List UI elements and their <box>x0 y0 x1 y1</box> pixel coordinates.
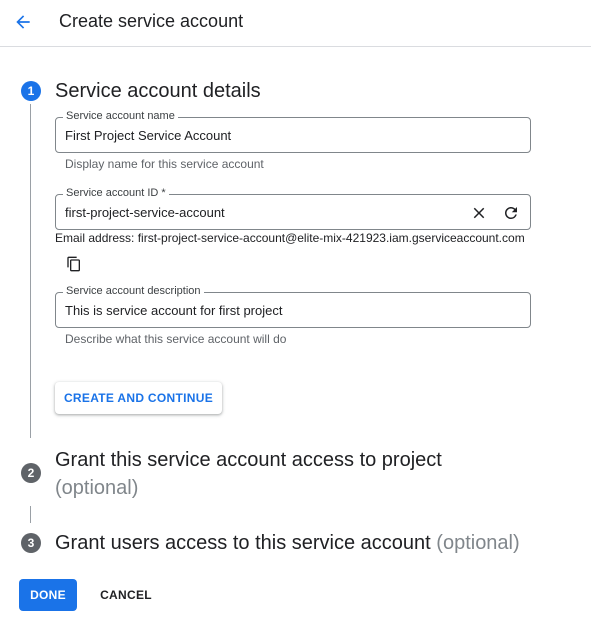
email-address-text: Email address: first-project-service-acc… <box>55 231 525 245</box>
create-and-continue-button[interactable]: CREATE AND CONTINUE <box>55 382 222 414</box>
step-1-title[interactable]: Service account details <box>55 80 261 103</box>
service-account-description-input[interactable]: This is service account for first projec… <box>65 303 282 318</box>
page-title: Create service account <box>59 11 244 31</box>
service-account-description-hint: Describe what this service account will … <box>65 332 287 346</box>
copy-email-button[interactable] <box>66 256 82 274</box>
page-header: Create service account <box>0 0 591 47</box>
step-3-title[interactable]: Grant users access to this service accou… <box>55 532 520 555</box>
step-2-optional-label: (optional) <box>55 477 139 499</box>
done-button[interactable]: DONE <box>19 579 77 611</box>
arrow-back-icon <box>16 15 30 29</box>
service-account-name-field[interactable]: Service account name First Project Servi… <box>55 110 531 153</box>
step-connector <box>30 104 31 438</box>
step-3-indicator: 3 <box>21 533 41 553</box>
step-2-title-text: Grant this service account access to pro… <box>55 449 442 471</box>
service-account-id-input[interactable]: first-project-service-account <box>65 205 225 220</box>
service-account-name-hint: Display name for this service account <box>65 157 264 171</box>
service-account-description-label: Service account description <box>63 285 204 297</box>
service-account-name-label: Service account name <box>63 110 178 122</box>
service-account-name-input[interactable]: First Project Service Account <box>65 128 231 143</box>
service-account-id-field[interactable]: Service account ID * first-project-servi… <box>55 187 531 230</box>
cancel-button[interactable]: CANCEL <box>92 579 160 611</box>
step-3-optional-label: (optional) <box>436 532 520 554</box>
clear-id-button[interactable] <box>470 204 488 222</box>
close-icon <box>473 207 485 219</box>
regenerate-id-button[interactable] <box>502 204 520 222</box>
refresh-icon <box>505 207 517 219</box>
service-account-id-label: Service account ID * <box>63 187 169 199</box>
copy-icon <box>67 256 80 272</box>
back-button[interactable] <box>10 9 36 35</box>
step-3-title-text: Grant users access to this service accou… <box>55 532 431 554</box>
step-2-title[interactable]: Grant this service account access to pro… <box>55 449 442 500</box>
step-2-indicator: 2 <box>21 463 41 483</box>
step-connector <box>30 506 31 523</box>
service-account-description-field[interactable]: Service account description This is serv… <box>55 285 531 328</box>
step-1-indicator: 1 <box>21 81 41 101</box>
